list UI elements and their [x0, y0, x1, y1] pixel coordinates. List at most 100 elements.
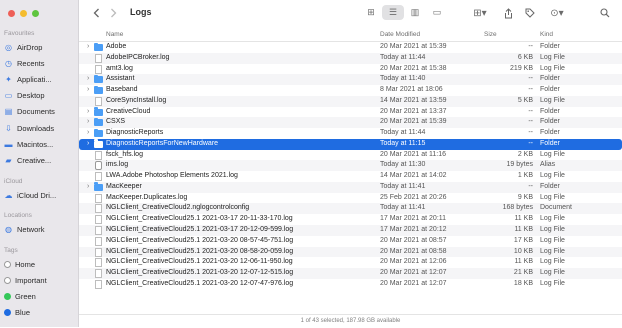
- sidebar-item-label: Blue: [15, 307, 31, 317]
- file-kind: Log File: [540, 172, 565, 180]
- file-date: 14 Mar 2021 at 13:59: [380, 96, 447, 104]
- file-row[interactable]: NGLClient_CreativeCloud25.1 2021-03-20 0…: [79, 246, 622, 258]
- sidebar-item-favourite-7[interactable]: ▰ Creative...: [4, 153, 51, 167]
- sidebar-item-favourite-0[interactable]: ◎ AirDrop: [4, 40, 42, 54]
- sidebar-item-favourite-2[interactable]: ✦ Applicati...: [4, 72, 51, 86]
- file-row[interactable]: › MacKeeper Today at 11:41 -- Folder: [79, 181, 622, 193]
- disclosure-triangle-icon[interactable]: ›: [87, 128, 89, 139]
- grid-icon: ⊞: [367, 7, 375, 17]
- sidebar-item-favourite-5[interactable]: ⇩ Downloads: [4, 121, 54, 135]
- file-kind: Folder: [540, 129, 560, 137]
- file-row[interactable]: › CreativeCloud 20 Mar 2021 at 13:37 -- Fold…: [79, 107, 622, 118]
- file-kind: Log File: [540, 150, 565, 158]
- file-row[interactable]: NGLClient_CreativeCloud25.1 2021-03-20 1…: [79, 268, 622, 279]
- file-list: › Adobe 20 Mar 2021 at 15:39 -- Folder AdobeI…: [79, 42, 622, 290]
- disclosure-triangle-icon[interactable]: ›: [87, 139, 89, 150]
- file-row[interactable]: NGLClient_CreativeCloud25.1 2021-03-17 2…: [79, 214, 622, 225]
- icon-view-button[interactable]: ⊞: [360, 5, 382, 20]
- file-size: --: [528, 43, 533, 50]
- download-icon: ⇩: [5, 123, 12, 133]
- file-row[interactable]: › Assistant Today at 11:40 -- Folder: [79, 74, 622, 86]
- file-name: NGLClient_CreativeCloud25.1 2021-03-20 1…: [106, 258, 293, 266]
- list-view-button[interactable]: ☰: [382, 5, 404, 20]
- file-size: 11 KB: [514, 226, 533, 234]
- file-row[interactable]: › CSXS 20 Mar 2021 at 15:39 -- Folder: [79, 117, 622, 129]
- file-row[interactable]: fsck_hfs.log 20 Mar 2021 at 11:16 2 KB Log …: [79, 150, 622, 161]
- sidebar-item-favourite-4[interactable]: ▤ Documents: [4, 105, 55, 119]
- file-row[interactable]: NGLClient_CreativeCloud25.1 2021-03-20 1…: [79, 257, 622, 268]
- file-size: 17 KB: [513, 236, 533, 244]
- file-name: NGLClient_CreativeCloud2.nglogcontrolcon…: [106, 204, 250, 212]
- sidebar-item-label: iCloud Dri...: [17, 190, 57, 200]
- file-date: 20 Mar 2021 at 08:58: [380, 247, 447, 255]
- file-date: Today at 11:44: [380, 129, 426, 137]
- file-date: 20 Mar 2021 at 12:07: [380, 279, 447, 287]
- gallery-view-button[interactable]: ▭: [426, 5, 448, 20]
- file-row[interactable]: amt3.log 20 Mar 2021 at 15:38 219 KB Log Fi…: [79, 64, 622, 75]
- disclosure-triangle-icon[interactable]: ›: [87, 182, 89, 193]
- file-row[interactable]: LWA.Adobe Photoshop Elements 2021.log 14 …: [79, 171, 622, 182]
- file-row[interactable]: NGLClient_CreativeCloud25.1 2021-03-17 2…: [79, 225, 622, 236]
- column-view-button[interactable]: ▥: [404, 5, 426, 20]
- file-row[interactable]: › DiagnosticReports Today at 11:44 -- Folder: [79, 128, 622, 139]
- file-kind: Log File: [540, 215, 565, 223]
- sidebar-item-favourite-1[interactable]: ◷ Recents: [4, 56, 45, 70]
- file-icon: [95, 236, 102, 246]
- chevron-left-icon: [93, 8, 99, 18]
- tag-button[interactable]: [523, 6, 537, 20]
- back-button[interactable]: [90, 6, 102, 20]
- forward-button[interactable]: [107, 6, 119, 20]
- file-row[interactable]: CoreSyncInstall.log 14 Mar 2021 at 13:59 5…: [79, 95, 622, 107]
- file-date: 8 Mar 2021 at 18:06: [380, 86, 443, 94]
- file-row[interactable]: ims.log Today at 11:30 19 bytes Alias: [79, 160, 622, 172]
- sidebar-item-favourite-3[interactable]: ▭ Desktop: [4, 89, 45, 103]
- disclosure-triangle-icon[interactable]: ›: [87, 74, 89, 85]
- file-size: 168 bytes: [502, 204, 533, 212]
- name-column-header[interactable]: Name: [106, 31, 123, 38]
- disclosure-triangle-icon[interactable]: ›: [87, 85, 89, 96]
- sidebar-item-favourite-6[interactable]: ▬ Macintos...: [4, 137, 54, 151]
- sidebar-item-tag-2[interactable]: Green: [4, 289, 36, 303]
- file-kind: Folder: [540, 43, 560, 50]
- kind-column-header[interactable]: Kind: [540, 31, 553, 38]
- file-kind: Folder: [540, 107, 560, 115]
- file-date: 17 Mar 2021 at 20:12: [380, 226, 447, 234]
- file-date: 20 Mar 2021 at 12:06: [380, 258, 447, 266]
- disclosure-triangle-icon[interactable]: ›: [87, 117, 89, 128]
- file-row[interactable]: MacKeeper.Duplicates.log 25 Feb 2021 at 2…: [79, 193, 622, 204]
- file-date: 20 Mar 2021 at 08:57: [380, 236, 447, 244]
- folder-icon: [94, 85, 103, 95]
- sidebar-item-tag-3[interactable]: Blue: [4, 305, 30, 319]
- file-row[interactable]: AdobeIPCBroker.log Today at 11:44 6 KB Log …: [79, 52, 622, 64]
- file-row[interactable]: NGLClient_CreativeCloud2.nglogcontrolcon…: [79, 203, 622, 215]
- sidebar-item-label: Documents: [17, 107, 55, 117]
- file-size: 219 KB: [510, 64, 533, 72]
- chevron-right-icon: [110, 8, 116, 18]
- size-column-header[interactable]: Size: [484, 31, 497, 38]
- date-column-header[interactable]: Date Modified: [380, 31, 420, 38]
- file-date: 20 Mar 2021 at 15:38: [380, 64, 447, 72]
- search-button[interactable]: [598, 6, 612, 20]
- alias-icon: [95, 161, 102, 171]
- file-row[interactable]: › DiagnosticReportsForNewHardware Today at…: [79, 138, 622, 150]
- action-button[interactable]: ⊙▾: [547, 6, 567, 20]
- sidebar-item-tag-0[interactable]: Home: [4, 257, 35, 271]
- sidebar-item-icloud-0[interactable]: ☁ iCloud Dri...: [4, 188, 57, 202]
- zoom-window-button[interactable]: [32, 10, 39, 17]
- ellipsis-circle-icon: ⊙▾: [550, 7, 564, 19]
- file-size: 11 KB: [514, 215, 533, 223]
- file-row[interactable]: › Adobe 20 Mar 2021 at 15:39 -- Folder: [79, 42, 622, 53]
- file-row[interactable]: › Baseband 8 Mar 2021 at 18:06 -- Folder: [79, 85, 622, 96]
- file-row[interactable]: NGLClient_CreativeCloud25.1 2021-03-20 0…: [79, 236, 622, 247]
- group-button[interactable]: ⊞▾: [470, 6, 490, 20]
- share-button[interactable]: [501, 6, 515, 20]
- file-kind: Folder: [540, 118, 560, 126]
- disclosure-triangle-icon[interactable]: ›: [87, 107, 89, 118]
- sidebar-item-tag-1[interactable]: Important: [4, 273, 47, 287]
- file-icon: [95, 258, 102, 268]
- disclosure-triangle-icon[interactable]: ›: [87, 42, 89, 53]
- file-row[interactable]: NGLClient_CreativeCloud25.1 2021-03-20 1…: [79, 279, 622, 290]
- sidebar-item-location-0[interactable]: ◍ Network: [4, 222, 45, 236]
- minimize-window-button[interactable]: [20, 10, 27, 17]
- close-window-button[interactable]: [8, 10, 15, 17]
